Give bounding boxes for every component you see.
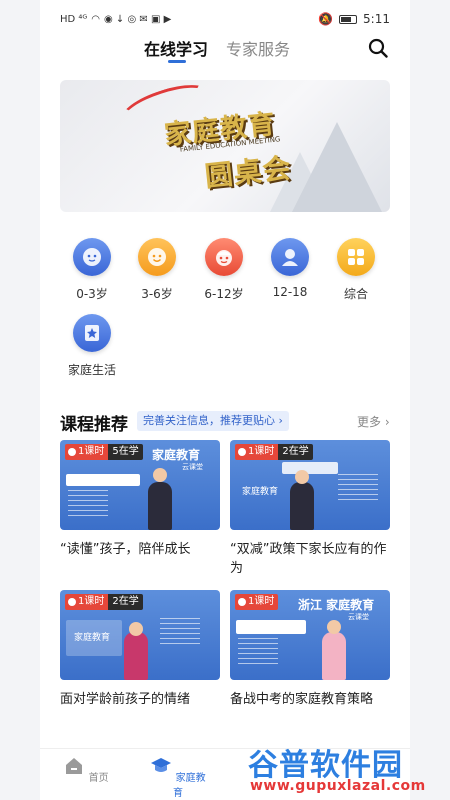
clock-icon (68, 448, 76, 456)
course-title: 备战中考的家庭教育策略 (230, 692, 374, 707)
course-title: “读懂”孩子，陪伴成长 (60, 542, 191, 557)
section-title: 课程推荐 (60, 415, 128, 435)
top-tabs: 在线学习 专家服务 (40, 34, 410, 64)
category-label: 0-3岁 (76, 287, 108, 301)
watermark-url: www.gupuxlazal.com (250, 778, 426, 794)
teen-person-icon (271, 238, 309, 276)
course-card[interactable]: 浙江 家庭教育 云课堂 1课时 备战中考的家庭教育策略 (230, 590, 390, 709)
complete-profile-link[interactable]: 完善关注信息，推荐更贴心 › (137, 411, 289, 431)
search-icon[interactable] (368, 38, 388, 58)
app-screen: HD ⁴ᴳ ◠ ◉ ↓ ◎ ✉ ▣ ▶ 🔕 5:11 在线学习 专家服务 家庭教… (0, 0, 450, 800)
category-0-3[interactable]: 0-3岁 (64, 238, 120, 302)
nav-home[interactable]: 首页 (56, 755, 116, 784)
thumb-text (338, 474, 378, 504)
promo-banner[interactable]: 家庭教育 FAMILY EDUCATION MEETING 圆桌会 (60, 80, 390, 212)
banner-logo: 家庭教育 FAMILY EDUCATION MEETING 圆桌会 (156, 94, 315, 201)
more-link[interactable]: 更多 › (357, 413, 390, 430)
course-badge: 1课时 (235, 594, 279, 610)
thumb-text (68, 490, 108, 520)
thumb-brand: 浙江 家庭教育 (298, 598, 375, 612)
course-badge: 1课时 2在学 (65, 594, 143, 610)
baby-face-icon (73, 238, 111, 276)
notification-icons: ◉ ↓ ◎ ✉ ▣ ▶ (104, 13, 172, 25)
battery-icon (339, 14, 358, 24)
course-badge: 1课时 5在学 (65, 444, 143, 460)
clock-icon (238, 598, 246, 606)
learner-count: 2在学 (278, 444, 313, 460)
category-12-18[interactable]: 12-18 (262, 238, 318, 299)
watermark: 谷普软件园 www.gupuxlazal.com (248, 740, 448, 798)
banner-title-line2: 圆桌会 (203, 151, 294, 194)
home-icon (66, 758, 83, 774)
category-label: 12-18 (272, 285, 308, 299)
status-right: 🔕 5:11 (318, 12, 390, 26)
tab-online-learning[interactable]: 在线学习 (144, 36, 208, 60)
child-face-icon (138, 238, 176, 276)
thumb-brand: 家庭教育 (74, 633, 111, 643)
speaker-head (153, 468, 167, 482)
status-bar: HD ⁴ᴳ ◠ ◉ ↓ ◎ ✉ ▣ ▶ 🔕 5:11 (40, 0, 410, 38)
category-family-life[interactable]: 家庭生活 (64, 314, 120, 378)
speaker-head (129, 622, 143, 636)
category-6-12[interactable]: 6-12岁 (196, 238, 252, 302)
learner-count: 2在学 (108, 594, 143, 610)
course-thumbnail: 浙江 家庭教育 云课堂 1课时 (230, 590, 390, 680)
learner-count: 5在学 (108, 444, 143, 460)
course-title: 面对学龄前孩子的情绪 (60, 692, 191, 707)
nav-label: 首页 (88, 773, 109, 784)
category-label: 综合 (343, 287, 368, 301)
active-tab-indicator (168, 60, 186, 63)
lesson-count: 1课时 (65, 444, 109, 460)
thumb-sub: 云课堂 (348, 613, 369, 621)
grid-icon (337, 238, 375, 276)
thumb-caption (66, 474, 140, 486)
category-label: 3-6岁 (141, 287, 173, 301)
speaker-head (327, 620, 341, 634)
course-card[interactable]: 家庭教育 1课时 2在学 “双减”政策下家长应有的作为 (230, 440, 390, 578)
clock-icon (68, 598, 76, 606)
thumb-caption (236, 620, 306, 634)
thumb-brand: 家庭教育 (242, 487, 279, 497)
network-indicator: HD ⁴ᴳ (60, 13, 88, 25)
lesson-count: 1课时 (235, 444, 279, 460)
thumb-text (160, 618, 200, 648)
course-thumbnail: 家庭教育 1课时 2在学 (60, 590, 220, 680)
category-label: 6-12岁 (204, 287, 244, 301)
thumb-text (238, 638, 278, 668)
thumb-sub: 云课堂 (182, 463, 203, 471)
speaker-figure (290, 482, 314, 530)
category-label: 家庭生活 (67, 363, 116, 377)
course-thumbnail: 家庭教育 1课时 2在学 (230, 440, 390, 530)
nav-label: 家庭教育 (173, 773, 206, 799)
category-3-6[interactable]: 3-6岁 (129, 238, 185, 302)
kid-face-icon (205, 238, 243, 276)
clock-icon (238, 448, 246, 456)
clock: 5:11 (363, 12, 390, 26)
star-book-icon (73, 314, 111, 352)
speaker-figure (148, 482, 172, 530)
speaker-figure (124, 632, 148, 680)
tab-expert-service[interactable]: 专家服务 (226, 36, 290, 60)
course-card[interactable]: 家庭教育 云课堂 1课时 5在学 “读懂”孩子，陪伴成长 (60, 440, 220, 559)
course-card[interactable]: 家庭教育 1课时 2在学 面对学龄前孩子的情绪 (60, 590, 220, 709)
course-badge: 1课时 2在学 (235, 444, 313, 460)
thumb-caption (282, 462, 338, 474)
lesson-count: 1课时 (235, 594, 279, 610)
speaker-figure (322, 632, 346, 680)
graduation-cap-icon (151, 758, 172, 772)
speaker-head (295, 470, 309, 484)
category-comprehensive[interactable]: 综合 (328, 238, 384, 302)
wifi-icon: ◠ (91, 13, 101, 25)
course-title: “双减”政策下家长应有的作为 (230, 542, 387, 576)
course-thumbnail: 家庭教育 云课堂 1课时 5在学 (60, 440, 220, 530)
thumb-brand: 家庭教育 (152, 448, 201, 462)
mute-icon: 🔕 (318, 12, 334, 26)
lesson-count: 1课时 (65, 594, 109, 610)
status-left: HD ⁴ᴳ ◠ ◉ ↓ ◎ ✉ ▣ ▶ (60, 14, 171, 25)
nav-family-education[interactable]: 家庭教育 (148, 755, 208, 799)
